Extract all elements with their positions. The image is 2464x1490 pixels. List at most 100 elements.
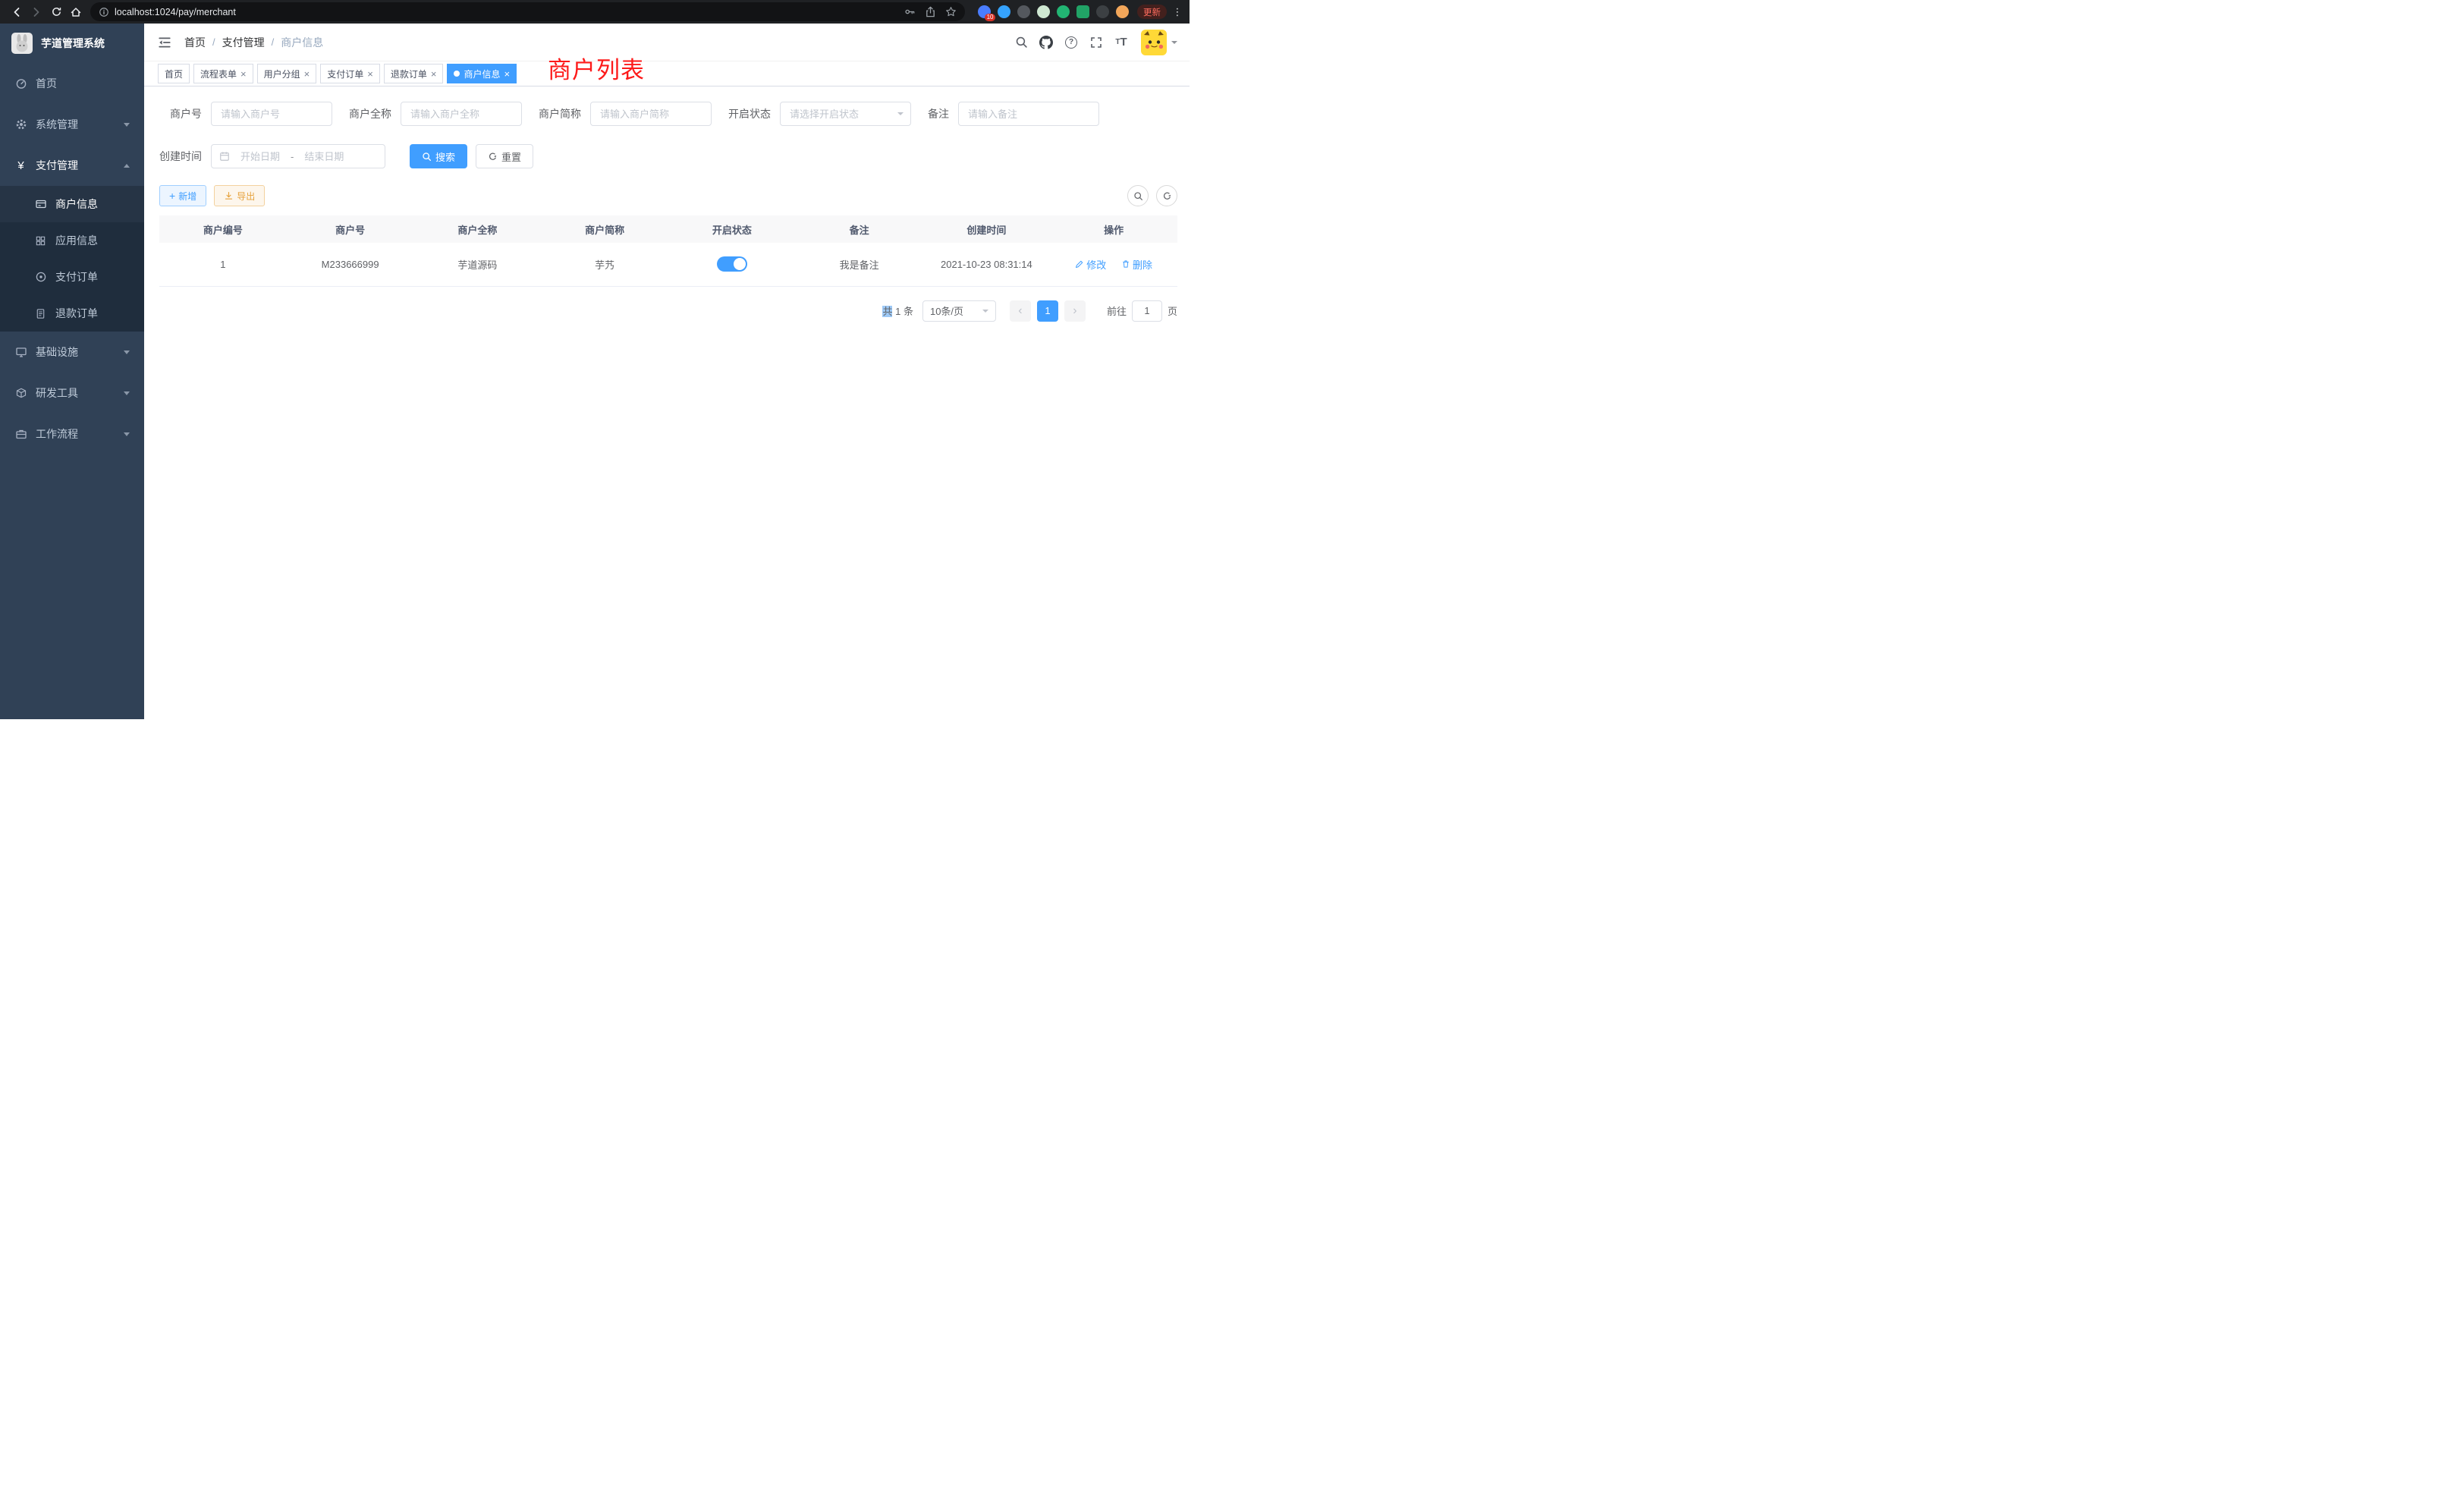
- column-header-status: 开启状态: [668, 215, 796, 243]
- tab-home[interactable]: 首页: [158, 64, 190, 83]
- cell-status: [668, 243, 796, 286]
- export-button[interactable]: 导出: [214, 185, 265, 206]
- sidebar-menu: 首页 系统管理 ¥ 支付管理 商户信息 应用信息: [0, 63, 144, 454]
- user-menu-caret-icon[interactable]: [1171, 41, 1177, 44]
- next-page-button[interactable]: ›: [1064, 300, 1086, 322]
- add-button[interactable]: + 新增: [159, 185, 206, 206]
- browser-profile-avatar[interactable]: [1116, 5, 1129, 18]
- column-header-id: 商户编号: [159, 215, 287, 243]
- github-icon[interactable]: [1037, 33, 1055, 52]
- password-key-icon[interactable]: [904, 6, 916, 17]
- plus-icon: +: [169, 190, 175, 201]
- forward-arrow-icon: [30, 6, 42, 18]
- close-icon[interactable]: ×: [504, 69, 510, 79]
- filter-full-name: 商户全称: [349, 102, 522, 126]
- browser-menu-icon[interactable]: ⋮: [1172, 6, 1183, 18]
- delete-link[interactable]: 删除: [1121, 257, 1152, 272]
- sidebar-item-dev-tools[interactable]: 研发工具: [0, 372, 144, 413]
- extension-icon-3[interactable]: [1017, 5, 1030, 18]
- merchant-no-input[interactable]: [211, 102, 332, 126]
- prev-page-button[interactable]: ‹: [1010, 300, 1031, 322]
- search-button[interactable]: 搜索: [410, 144, 467, 168]
- full-name-input[interactable]: [401, 102, 522, 126]
- column-header-full-name: 商户全称: [414, 215, 542, 243]
- sidebar-fold-icon[interactable]: [156, 34, 173, 51]
- font-size-icon[interactable]: TT: [1112, 33, 1130, 52]
- app-logo[interactable]: 芋道管理系统: [0, 24, 144, 63]
- short-name-label: 商户简称: [539, 106, 590, 121]
- close-icon[interactable]: ×: [367, 69, 373, 79]
- extension-icon-1[interactable]: 10: [978, 5, 991, 18]
- toggle-search-button[interactable]: [1127, 185, 1149, 206]
- breadcrumb-payment[interactable]: 支付管理: [222, 35, 265, 50]
- browser-reload-button[interactable]: [46, 2, 66, 22]
- sidebar-item-pay-order[interactable]: 支付订单: [0, 259, 144, 295]
- browser-update-button[interactable]: 更新: [1137, 5, 1167, 19]
- page-number-button[interactable]: 1: [1037, 300, 1058, 322]
- column-header-short-name: 商户简称: [541, 215, 668, 243]
- date-end-input[interactable]: [297, 151, 351, 162]
- breadcrumb-home[interactable]: 首页: [184, 35, 206, 50]
- search-icon[interactable]: [1012, 33, 1030, 52]
- sidebar-item-payment[interactable]: ¥ 支付管理: [0, 145, 144, 186]
- box-icon: [14, 387, 27, 399]
- fullscreen-icon[interactable]: [1087, 33, 1105, 52]
- cell-actions: 修改 删除: [1050, 243, 1177, 286]
- sidebar-item-app-info[interactable]: 应用信息: [0, 222, 144, 259]
- close-icon[interactable]: ×: [240, 69, 247, 79]
- status-toggle[interactable]: [717, 256, 747, 272]
- close-icon[interactable]: ×: [431, 69, 437, 79]
- extension-icon-6[interactable]: [1076, 5, 1089, 18]
- remark-input[interactable]: [958, 102, 1099, 126]
- refresh-icon: [1162, 191, 1172, 201]
- breadcrumb: 首页 / 支付管理 / 商户信息: [184, 35, 323, 50]
- address-bar[interactable]: localhost:1024/pay/merchant: [90, 2, 965, 21]
- tab-refund-order[interactable]: 退款订单 ×: [384, 64, 444, 83]
- sidebar-item-home[interactable]: 首页: [0, 63, 144, 104]
- extension-icon-5[interactable]: [1057, 5, 1070, 18]
- user-avatar[interactable]: [1141, 30, 1167, 55]
- top-navbar: 首页 / 支付管理 / 商户信息 ? TT: [144, 24, 1190, 61]
- browser-back-button[interactable]: [7, 2, 27, 22]
- extension-icon-2[interactable]: [998, 5, 1010, 18]
- tab-label: 用户分组: [264, 68, 300, 80]
- download-icon: [224, 191, 234, 201]
- reset-button[interactable]: 重置: [476, 144, 533, 168]
- app-window: 芋道管理系统 首页 系统管理 ¥ 支付管理 商户信息: [0, 24, 1190, 719]
- sidebar-item-merchant-info[interactable]: 商户信息: [0, 186, 144, 222]
- edit-link[interactable]: 修改: [1075, 257, 1106, 272]
- refresh-table-button[interactable]: [1156, 185, 1177, 206]
- close-icon[interactable]: ×: [304, 69, 310, 79]
- extension-icon-4[interactable]: [1037, 5, 1050, 18]
- goto-page-input[interactable]: [1132, 300, 1162, 322]
- tab-merchant-info[interactable]: 商户信息 ×: [447, 64, 517, 83]
- trash-icon: [1121, 259, 1130, 269]
- browser-forward-button[interactable]: [27, 2, 46, 22]
- short-name-input[interactable]: [590, 102, 712, 126]
- date-start-input[interactable]: [233, 151, 288, 162]
- document-icon: [34, 308, 47, 319]
- goto-prefix: 前往: [1107, 303, 1127, 318]
- filter-short-name: 商户简称: [539, 102, 712, 126]
- info-icon[interactable]: [99, 7, 109, 17]
- share-icon[interactable]: [925, 6, 936, 17]
- filter-create-time: 创建时间 -: [159, 144, 385, 168]
- tab-user-group[interactable]: 用户分组 ×: [257, 64, 317, 83]
- date-range-picker[interactable]: -: [211, 144, 385, 168]
- sidebar-item-infrastructure[interactable]: 基础设施: [0, 332, 144, 372]
- cell-full-name: 芋道源码: [414, 243, 542, 286]
- help-icon[interactable]: ?: [1062, 33, 1080, 52]
- tab-pay-order[interactable]: 支付订单 ×: [320, 64, 380, 83]
- column-header-actions: 操作: [1050, 215, 1177, 243]
- sidebar-item-system[interactable]: 系统管理: [0, 104, 144, 145]
- breadcrumb-separator: /: [272, 36, 275, 48]
- browser-home-button[interactable]: [66, 2, 86, 22]
- chevron-left-icon: ‹: [1018, 304, 1022, 318]
- sidebar-item-workflow[interactable]: 工作流程: [0, 413, 144, 454]
- bookmark-star-icon[interactable]: [945, 6, 957, 17]
- sidebar-item-refund-order[interactable]: 退款订单: [0, 295, 144, 332]
- extension-icon-7[interactable]: [1096, 5, 1109, 18]
- page-size-select[interactable]: 10条/页: [922, 300, 996, 322]
- tab-process-form[interactable]: 流程表单 ×: [193, 64, 253, 83]
- status-select[interactable]: [780, 102, 911, 126]
